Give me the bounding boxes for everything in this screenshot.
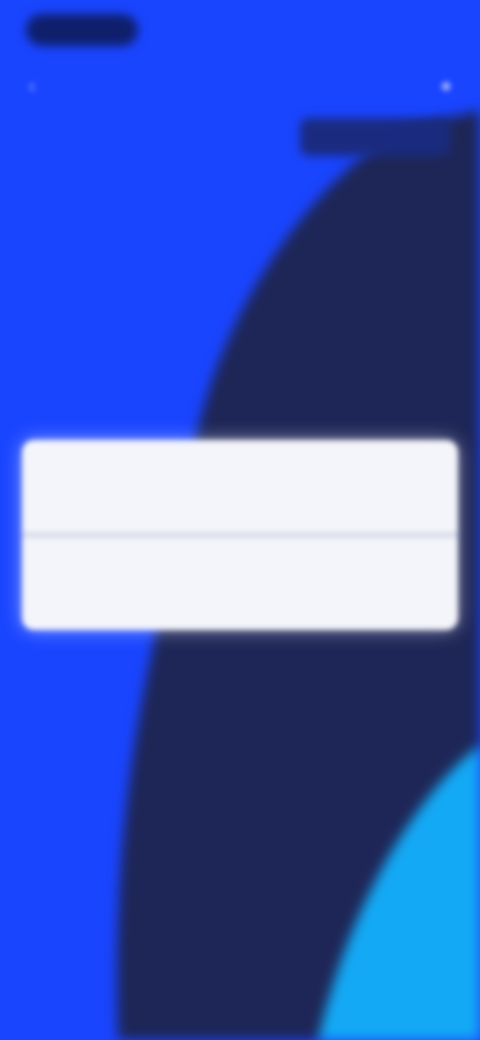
settings-list-card: [22, 440, 458, 630]
list-item[interactable]: [22, 440, 458, 532]
page-title: [150, 72, 330, 100]
list-item-value: [182, 472, 302, 498]
section-heading: [24, 386, 274, 412]
chevron-left-icon: ‹: [28, 73, 36, 98]
list-item-label: [52, 570, 152, 596]
back-button[interactable]: ‹: [18, 74, 46, 98]
status-indicators: [344, 16, 454, 44]
status-time-pill: [26, 14, 138, 46]
list-item-label: [52, 472, 162, 498]
header-action-chip[interactable]: [300, 118, 450, 156]
app-screen: ‹ ●: [0, 0, 480, 1040]
profile-button[interactable]: ●: [432, 72, 460, 100]
navigation-bar: ‹ ●: [0, 60, 480, 112]
list-item-value: [162, 570, 292, 596]
list-item[interactable]: [22, 538, 458, 630]
person-icon: ●: [439, 75, 453, 97]
status-bar: [0, 0, 480, 60]
